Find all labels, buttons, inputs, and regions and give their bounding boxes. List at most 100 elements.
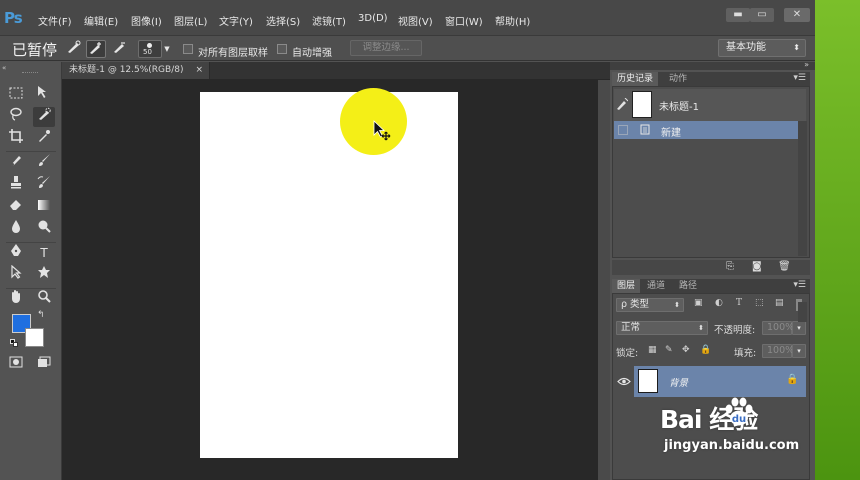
type-filter-icon[interactable]: T [736, 298, 742, 308]
baidu-watermark: Bai 经验 du jingyan.baidu.com [660, 397, 820, 458]
history-state-checkbox[interactable] [618, 125, 628, 135]
default-colors-icon[interactable] [10, 339, 18, 347]
chevron-down-icon[interactable]: ▼ [162, 40, 172, 58]
pen-tool-icon[interactable] [5, 243, 27, 263]
tab-history[interactable]: 历史记录 [612, 72, 659, 86]
history-brush-tool-icon[interactable] [33, 175, 55, 195]
layer-thumbnail [638, 369, 658, 393]
move-tool-icon[interactable] [32, 85, 54, 105]
restore-button[interactable]: ▭ [750, 8, 774, 22]
menu-window[interactable]: 窗口(W) [445, 13, 483, 28]
stepper-icon: ⬍ [698, 324, 704, 332]
document-canvas[interactable] [200, 92, 458, 458]
trash-icon[interactable]: 🗑 [778, 261, 791, 272]
layers-scrollbar[interactable] [798, 302, 807, 322]
adjustment-filter-icon[interactable]: ◐ [715, 298, 723, 308]
collapse-panels-icon[interactable]: » [804, 60, 809, 69]
history-scrollbar[interactable] [798, 121, 807, 256]
lock-image-icon[interactable]: ✎ [665, 345, 673, 355]
close-button[interactable]: ✕ [784, 8, 810, 22]
grip-icon[interactable] [22, 72, 38, 74]
healing-brush-tool-icon[interactable] [5, 153, 27, 173]
panel-menu-icon[interactable]: ▾☰ [793, 73, 806, 83]
lasso-tool-icon[interactable] [5, 107, 27, 127]
minimize-button[interactable]: ▬ [726, 8, 750, 22]
shape-filter-icon[interactable]: ⬚ [755, 298, 764, 308]
menu-view[interactable]: 视图(V) [398, 13, 433, 28]
menu-select[interactable]: 选择(S) [266, 13, 300, 28]
custom-shape-tool-icon[interactable] [33, 265, 55, 285]
clone-stamp-tool-icon[interactable] [5, 175, 27, 195]
tab-channels[interactable]: 通道 [642, 279, 670, 293]
watermark-url: jingyan.baidu.com [664, 438, 800, 453]
stepper-icon: ⬍ [674, 301, 680, 309]
camera-icon[interactable]: ◙ [752, 261, 762, 272]
lock-label: 锁定: [616, 348, 639, 359]
paused-label: 已暂停 [12, 41, 58, 59]
hand-tool-icon[interactable] [5, 289, 27, 309]
workspace-value: 基本功能 [726, 42, 766, 53]
tab-actions[interactable]: 动作 [664, 72, 692, 86]
fill-label: 填充: [734, 348, 757, 359]
quick-select-add-icon[interactable] [86, 40, 106, 58]
menu-filter[interactable]: 滤镜(T) [312, 13, 346, 28]
document-tab[interactable]: 未标题-1 @ 12.5%(RGB/8) × [62, 62, 210, 79]
menu-help[interactable]: 帮助(H) [495, 13, 530, 28]
menu-file[interactable]: 文件(F) [38, 13, 72, 28]
lock-position-icon[interactable]: ✥ [682, 345, 690, 355]
layer-filter-select[interactable]: ρ 类型 ⬍ [616, 298, 684, 312]
background-color-swatch[interactable] [25, 328, 44, 347]
layer-row-background[interactable]: 背景 🔒 [614, 366, 806, 397]
menu-3d[interactable]: 3D(D) [358, 13, 388, 24]
dodge-tool-icon[interactable] [33, 219, 55, 239]
opacity-input[interactable]: 100% [762, 321, 794, 335]
eyedropper-tool-icon[interactable] [33, 129, 55, 149]
brush-tool-icon[interactable] [33, 153, 55, 173]
quick-select-new-icon[interactable] [64, 40, 84, 58]
history-state-label: 新建 [661, 128, 681, 139]
quick-select-subtract-icon[interactable] [110, 40, 130, 58]
layer-name: 背景 [669, 378, 689, 389]
menu-image[interactable]: 图像(I) [131, 13, 162, 28]
tab-paths[interactable]: 路径 [674, 279, 702, 293]
lock-transparent-icon[interactable]: ▦ [648, 345, 657, 355]
screen-mode-icon[interactable] [33, 354, 55, 374]
workspace-select[interactable]: 基本功能 ⬍ [718, 39, 806, 57]
crop-tool-icon[interactable] [5, 129, 27, 149]
menu-layer[interactable]: 图层(L) [174, 13, 207, 28]
history-brush-source-icon[interactable] [616, 97, 629, 110]
fill-input[interactable]: 100% [762, 344, 794, 358]
marquee-tool-icon[interactable] [5, 85, 27, 105]
chevron-down-icon[interactable]: ▾ [792, 321, 806, 335]
chevron-down-icon[interactable]: ▾ [792, 344, 806, 358]
menu-edit[interactable]: 编辑(E) [84, 13, 118, 28]
type-tool-icon[interactable]: T [33, 243, 55, 263]
sample-all-layers-checkbox[interactable] [183, 44, 193, 54]
quick-mask-icon[interactable] [5, 354, 27, 374]
blur-tool-icon[interactable] [5, 219, 27, 239]
path-selection-tool-icon[interactable] [5, 264, 27, 285]
auto-enhance-checkbox[interactable] [277, 44, 287, 54]
panel-menu-icon[interactable]: ▾☰ [793, 280, 806, 290]
blend-mode-select[interactable]: 正常 ⬍ [616, 321, 708, 335]
pixel-filter-icon[interactable]: ▣ [694, 298, 703, 308]
brush-picker[interactable]: 50 [138, 40, 162, 58]
gradient-tool-icon[interactable] [33, 197, 55, 217]
smart-object-filter-icon[interactable]: ▤ [775, 298, 784, 308]
layer-visibility[interactable] [614, 366, 634, 397]
ps-logo: Ps [4, 9, 23, 27]
close-tab-icon[interactable]: × [195, 62, 203, 79]
quick-selection-tool-icon[interactable] [33, 107, 55, 127]
collapse-icon[interactable]: « [2, 64, 6, 72]
lock-all-icon[interactable]: 🔒 [700, 345, 711, 355]
tab-layers[interactable]: 图层 [612, 279, 641, 293]
menu-type[interactable]: 文字(Y) [219, 13, 253, 28]
new-document-from-state-icon[interactable]: ⎘ [726, 261, 734, 272]
refine-edge-button[interactable]: 调整边缘... [350, 40, 422, 56]
history-state[interactable]: 新建 [614, 121, 806, 139]
swap-colors-icon[interactable]: ↰ [37, 310, 45, 320]
eraser-tool-icon[interactable] [5, 197, 27, 217]
snapshot-label: 未标题-1 [659, 102, 699, 113]
zoom-tool-icon[interactable] [33, 289, 55, 309]
history-snapshot[interactable]: 未标题-1 [614, 89, 806, 121]
